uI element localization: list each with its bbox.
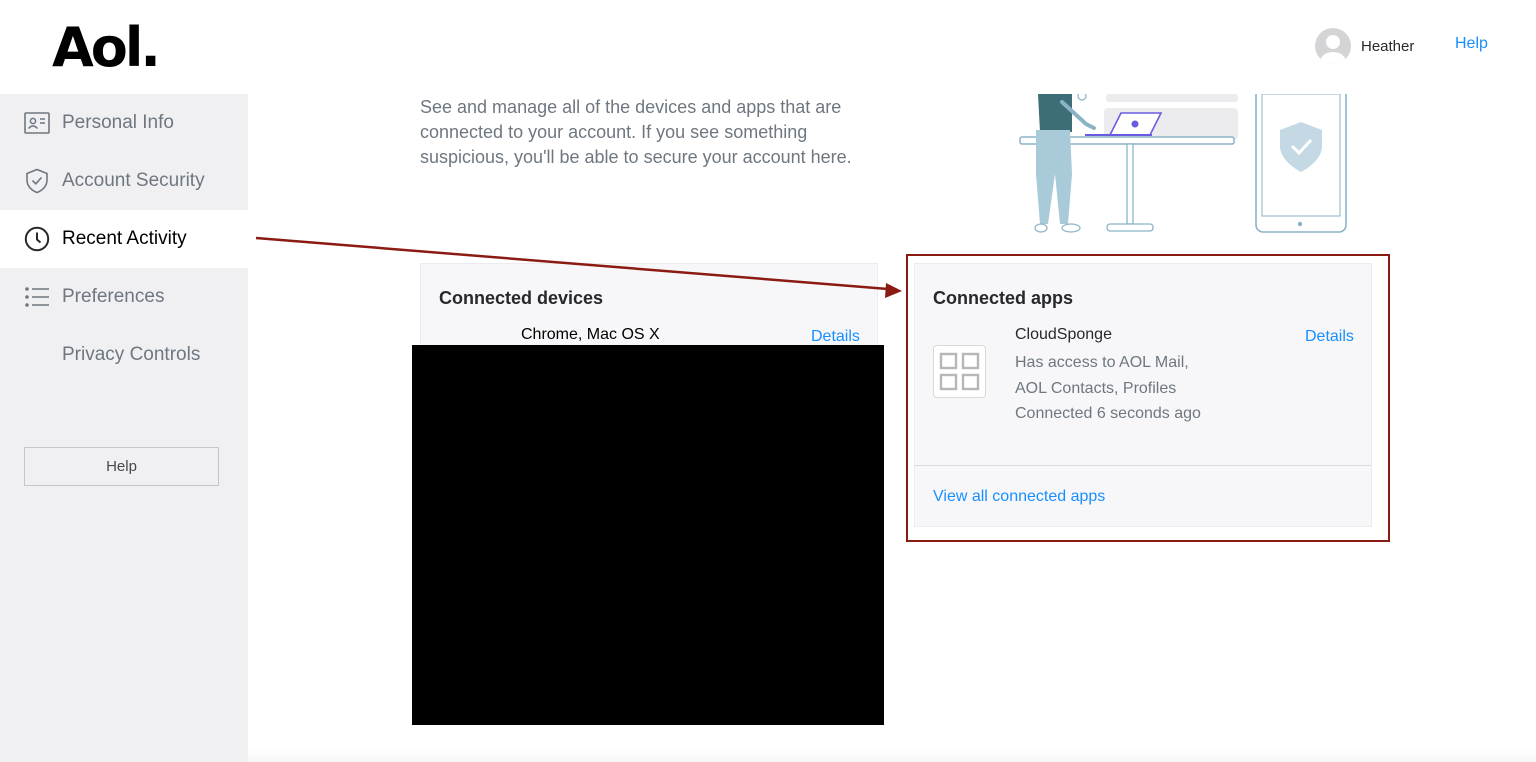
sidebar-item-account-security[interactable]: Account Security: [0, 152, 248, 210]
devices-illustration: [1019, 94, 1347, 233]
sidebar: Personal Info Account Security Recent Ac…: [0, 94, 248, 762]
sidebar-item-label: Account Security: [62, 170, 205, 191]
clock-icon: [24, 226, 50, 252]
avatar[interactable]: [1315, 28, 1351, 64]
sidebar-item-preferences[interactable]: Preferences: [0, 268, 248, 326]
shield-icon: [24, 168, 50, 194]
sidebar-item-label: Recent Activity: [62, 228, 187, 249]
page-description: See and manage all of the devices and ap…: [420, 97, 852, 167]
sidebar-item-label: Preferences: [62, 286, 165, 307]
avatar-body-shape: [1320, 52, 1346, 64]
annotation-highlight-box: [906, 254, 1390, 542]
sidebar-item-personal-info[interactable]: Personal Info: [0, 94, 248, 152]
redacted-area: [412, 345, 884, 725]
bottom-shade: [248, 748, 1536, 762]
device-name: Chrome, Mac OS X: [521, 326, 660, 343]
list-icon: [24, 284, 50, 310]
sidebar-item-privacy-controls[interactable]: Privacy Controls: [0, 326, 248, 384]
id-card-icon: [24, 110, 50, 136]
header-help-link[interactable]: Help: [1455, 35, 1488, 53]
user-name[interactable]: Heather: [1361, 38, 1414, 55]
device-details-link[interactable]: Details: [811, 328, 860, 346]
sidebar-item-label: Personal Info: [62, 112, 174, 133]
aol-logo[interactable]: Aol.: [52, 18, 161, 78]
sidebar-help-button[interactable]: Help: [24, 447, 219, 486]
avatar-head-shape: [1326, 35, 1340, 49]
sidebar-item-label: Privacy Controls: [62, 344, 201, 365]
sidebar-item-recent-activity[interactable]: Recent Activity: [0, 210, 248, 268]
connected-devices-title: Connected devices: [439, 288, 604, 308]
user-menu[interactable]: Heather: [1315, 28, 1414, 64]
